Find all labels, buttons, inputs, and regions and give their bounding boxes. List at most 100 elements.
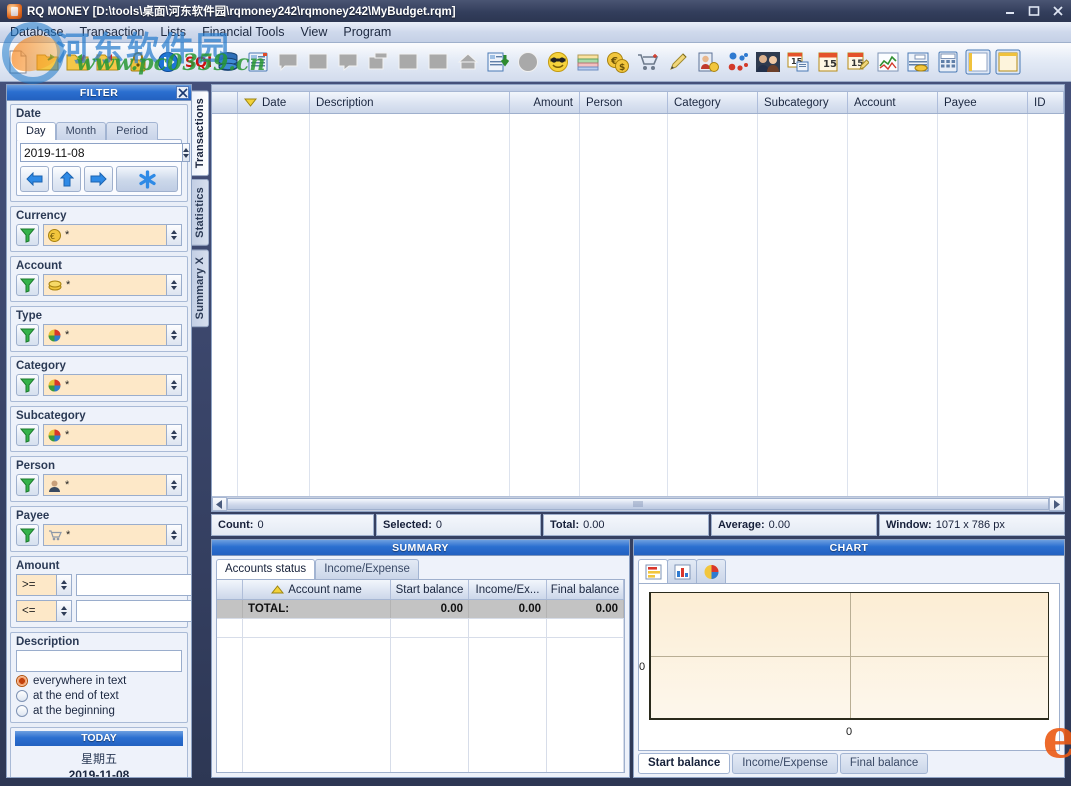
amount-max-input[interactable]	[76, 600, 191, 622]
menu-database[interactable]: Database	[2, 23, 72, 41]
account-combo[interactable]: *	[43, 274, 182, 296]
save-folder-icon[interactable]	[64, 47, 92, 77]
calendar-edit-icon[interactable]: 15	[844, 47, 872, 77]
payee-spinner[interactable]	[166, 525, 181, 545]
menu-view[interactable]: View	[293, 23, 336, 41]
arrow-up-icon[interactable]	[52, 166, 81, 192]
summary-header-account-name[interactable]: Account name	[243, 580, 391, 599]
close-icon[interactable]	[1051, 4, 1065, 18]
currency-spinner[interactable]	[166, 225, 181, 245]
books-icon[interactable]	[574, 47, 602, 77]
scroll-track[interactable]	[227, 497, 1049, 511]
open-folder-icon[interactable]	[34, 47, 62, 77]
desc-option-end[interactable]: at the end of text	[16, 690, 182, 702]
menu-financial-tools[interactable]: Financial Tools	[194, 23, 292, 41]
chart-tab-income-expense[interactable]: Income/Expense	[732, 753, 838, 774]
side-tab-transactions[interactable]: Transactions	[192, 90, 209, 176]
menu-lists[interactable]: Lists	[152, 23, 194, 41]
groups-icon[interactable]	[724, 47, 752, 77]
date-input[interactable]	[20, 143, 182, 162]
lock-icon[interactable]	[124, 47, 152, 77]
person-money-icon[interactable]	[694, 47, 722, 77]
summary-header-start-balance[interactable]: Start balance	[391, 580, 469, 599]
person-spinner[interactable]	[166, 475, 181, 495]
grid-header-person[interactable]: Person	[580, 92, 668, 113]
amount-max-operator[interactable]: <=	[16, 600, 72, 622]
funnel-icon[interactable]	[16, 224, 39, 246]
side-tab-statistics[interactable]: Statistics	[192, 179, 209, 246]
chart-line-icon[interactable]	[874, 47, 902, 77]
grid-header-indicator[interactable]	[212, 92, 238, 113]
amount-min-operator[interactable]: >=	[16, 574, 72, 596]
scroll-thumb[interactable]	[227, 498, 1049, 510]
arrow-right-icon[interactable]	[84, 166, 113, 192]
chart-tab-final-balance[interactable]: Final balance	[840, 753, 928, 774]
grid-horizontal-scrollbar[interactable]	[212, 496, 1064, 511]
account-spinner[interactable]	[166, 275, 181, 295]
summary-header-indicator[interactable]	[217, 580, 243, 599]
pie-chart-icon[interactable]	[696, 559, 726, 583]
grid-header-account[interactable]: Account	[848, 92, 938, 113]
payee-combo[interactable]: *	[43, 524, 182, 546]
table-row[interactable]: TOTAL: 0.00 0.00 0.00	[217, 600, 624, 619]
desc-option-beginning[interactable]: at the beginning	[16, 705, 182, 717]
tab-period[interactable]: Period	[106, 122, 158, 140]
close-icon[interactable]	[176, 86, 189, 99]
grid-header-date[interactable]: Date	[238, 92, 310, 113]
grid-header-id[interactable]: ID	[1028, 92, 1064, 113]
date-spinner[interactable]	[182, 143, 190, 162]
chart-canvas[interactable]: 0 0	[638, 583, 1060, 751]
funnel-icon[interactable]	[16, 524, 39, 546]
calculator-icon[interactable]	[934, 47, 962, 77]
window-white-icon[interactable]	[964, 47, 992, 77]
tab-income-expense[interactable]: Income/Expense	[315, 559, 419, 579]
arrow-left-icon[interactable]	[20, 166, 49, 192]
sql-icon[interactable]: SQL	[184, 47, 212, 77]
smiley-icon[interactable]	[544, 47, 572, 77]
person-combo[interactable]: *	[43, 474, 182, 496]
report-card-icon[interactable]	[484, 47, 512, 77]
amount-min-input[interactable]	[76, 574, 191, 596]
run-icon[interactable]	[154, 47, 182, 77]
database-icon[interactable]	[214, 47, 242, 77]
description-input[interactable]	[16, 650, 182, 672]
grid-header-description[interactable]: Description	[310, 92, 510, 113]
funnel-icon[interactable]	[16, 474, 39, 496]
menu-program[interactable]: Program	[335, 23, 399, 41]
grid-header-subcategory[interactable]: Subcategory	[758, 92, 848, 113]
menu-transaction[interactable]: Transaction	[72, 23, 153, 41]
pencil-icon[interactable]	[664, 47, 692, 77]
minimize-icon[interactable]	[1003, 4, 1017, 18]
window-yellow-icon[interactable]	[994, 47, 1022, 77]
new-document-icon[interactable]	[4, 47, 32, 77]
grid-header-category[interactable]: Category	[668, 92, 758, 113]
money-table-icon[interactable]	[904, 47, 932, 77]
tab-accounts-status[interactable]: Accounts status	[216, 559, 315, 579]
grid-header-payee[interactable]: Payee	[938, 92, 1028, 113]
calendar-notes-icon[interactable]: 15	[784, 47, 812, 77]
bar-horizontal-icon[interactable]	[638, 559, 668, 583]
bar-vertical-icon[interactable]	[667, 559, 697, 583]
grid-body[interactable]	[212, 114, 1064, 496]
funnel-icon[interactable]	[16, 324, 39, 346]
tab-day[interactable]: Day	[16, 122, 56, 140]
shopping-cart-icon[interactable]	[634, 47, 662, 77]
asterisk-icon[interactable]	[116, 166, 178, 192]
grid-header-amount[interactable]: Amount	[510, 92, 580, 113]
calendar-icon[interactable]: 15	[814, 47, 842, 77]
chart-tab-start-balance[interactable]: Start balance	[638, 753, 730, 774]
summary-header-income-expense[interactable]: Income/Ex...	[469, 580, 547, 599]
import-folder-icon[interactable]	[94, 47, 122, 77]
currency-coins-icon[interactable]: €$	[604, 47, 632, 77]
type-combo[interactable]: *	[43, 324, 182, 346]
currency-combo[interactable]: € *	[43, 224, 182, 246]
subcategory-combo[interactable]: *	[43, 424, 182, 446]
desc-option-everywhere[interactable]: everywhere in text	[16, 675, 182, 687]
category-combo[interactable]: *	[43, 374, 182, 396]
funnel-icon[interactable]	[16, 374, 39, 396]
scroll-right-icon[interactable]	[1049, 497, 1064, 511]
funnel-icon[interactable]	[16, 274, 39, 296]
funnel-icon[interactable]	[16, 424, 39, 446]
side-tab-summary-x[interactable]: Summary X	[192, 249, 209, 327]
maximize-icon[interactable]	[1027, 4, 1041, 18]
